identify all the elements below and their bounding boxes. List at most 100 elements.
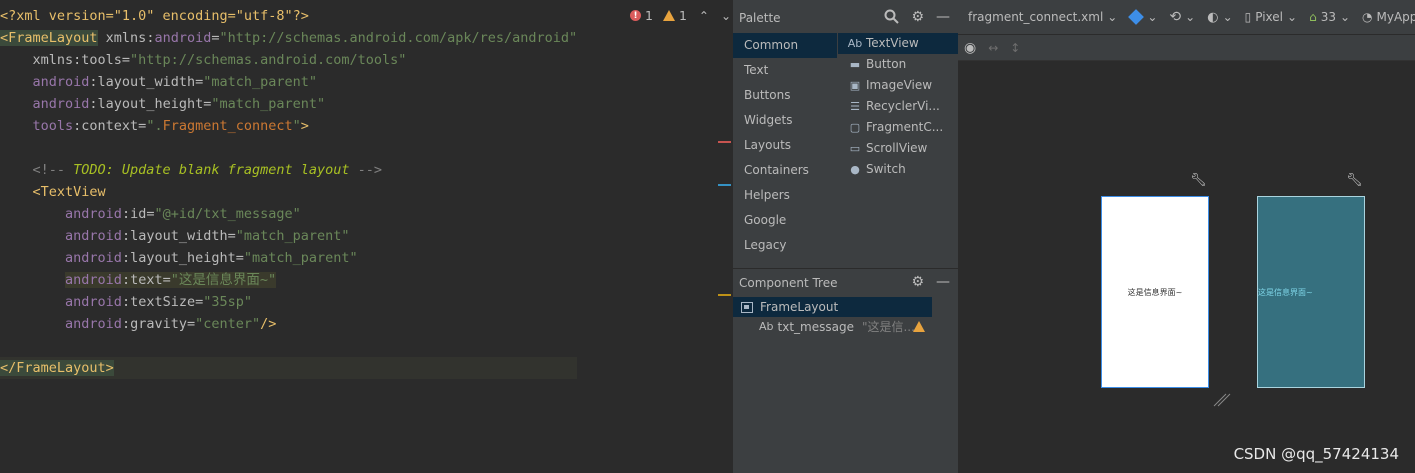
theme-circle-icon: ◔ xyxy=(1362,10,1373,24)
code-line[interactable]: android:textSize="35sp" xyxy=(0,291,577,313)
widget-label: Switch xyxy=(866,162,906,176)
code-line[interactable]: xmlns:tools="http://schemas.android.com/… xyxy=(0,49,577,71)
tree-node-txt-message[interactable]: Ab txt_message "这是信... xyxy=(733,317,958,337)
code-token: "match_parent" xyxy=(235,228,350,244)
code-line[interactable]: android:layout_width="match_parent" xyxy=(0,225,577,247)
error-icon: ! xyxy=(630,10,641,21)
gear-icon[interactable]: ⚙ xyxy=(911,10,924,24)
inspection-widget[interactable]: ! 1 1 ⌃ ⌄ xyxy=(630,8,731,23)
eye-icon[interactable]: ◉ xyxy=(964,40,976,56)
palette-category-helpers[interactable]: Helpers xyxy=(733,183,837,208)
chevron-up-icon[interactable]: ⌃ xyxy=(699,9,709,23)
warning-icon[interactable] xyxy=(913,321,925,332)
palette-widget-item[interactable]: ● Switch xyxy=(838,159,959,180)
code-line[interactable]: tools:context=".Fragment_connect"> xyxy=(0,115,577,137)
palette-category-legacy[interactable]: Legacy xyxy=(733,233,837,258)
palette-widget-item[interactable]: ▢ FragmentC... xyxy=(838,117,959,138)
palette-widget-item[interactable]: ▣ ImageView xyxy=(838,75,959,96)
night-mode-button[interactable]: ◐ ⌄ xyxy=(1207,10,1232,25)
code-line[interactable]: <FrameLayout xmlns:android="http://schem… xyxy=(0,27,577,49)
code-token: /> xyxy=(260,316,277,332)
api-selector[interactable]: ⌂ 33 ⌄ xyxy=(1309,10,1350,24)
widget-icon: ☰ xyxy=(850,100,860,113)
chevron-down-icon: ⌄ xyxy=(1287,10,1298,24)
palette-widget-item[interactable]: ☰ RecyclerVi... xyxy=(838,96,959,117)
code-line[interactable]: android:gravity="center"/> xyxy=(0,313,577,335)
code-token: </FrameLayout> xyxy=(0,360,114,376)
code-token: <!-- xyxy=(0,162,74,178)
chevron-down-icon: ⌄ xyxy=(1222,10,1233,24)
device-name: Pixel xyxy=(1255,10,1283,24)
chevron-down-icon: ⌄ xyxy=(1339,10,1351,24)
code-token: <TextView xyxy=(0,184,106,200)
vertical-arrows-icon[interactable]: ↕ xyxy=(1010,41,1020,55)
palette-widget-item[interactable]: Ab TextView xyxy=(838,33,959,54)
wrench-icon[interactable]: 🔧︎ xyxy=(1346,173,1363,188)
minimize-icon[interactable]: — xyxy=(936,275,950,289)
device-selector[interactable]: ▯ Pixel ⌄ xyxy=(1245,10,1297,24)
minimize-icon[interactable]: — xyxy=(936,10,950,24)
code-line[interactable]: android:id="@+id/txt_message" xyxy=(0,203,577,225)
chevron-down-icon: ⌄ xyxy=(1147,10,1158,24)
chevron-down-icon: ⌄ xyxy=(1185,10,1196,24)
code-token: = xyxy=(211,30,220,46)
warning-stripe-marker[interactable] xyxy=(718,294,731,296)
palette-category-containers[interactable]: Containers xyxy=(733,158,837,183)
blueprint-preview[interactable]: 这是信息界面~ xyxy=(1257,196,1365,388)
code-line[interactable]: <TextView xyxy=(0,181,577,203)
info-stripe-marker[interactable] xyxy=(718,184,731,186)
code-token: "match_parent" xyxy=(203,74,318,90)
widget-label: Button xyxy=(866,57,907,71)
gear-icon[interactable]: ⚙ xyxy=(911,275,924,289)
preview-textview[interactable]: 这是信息界面~ xyxy=(1102,287,1208,298)
search-icon[interactable] xyxy=(884,9,900,24)
horizontal-arrows-icon[interactable]: ↔ xyxy=(988,41,998,55)
palette-title: Palette xyxy=(739,10,781,25)
palette-category-buttons[interactable]: Buttons xyxy=(733,83,837,108)
tree-node-text-preview: "这是信... xyxy=(861,320,915,334)
code-token: android xyxy=(65,316,122,332)
wrench-icon[interactable]: 🔧︎ xyxy=(1190,173,1207,188)
app-theme-selector[interactable]: ◔ MyApplicati xyxy=(1362,10,1415,24)
design-mode-button[interactable]: ⌄ xyxy=(1128,9,1158,25)
widget-icon: Ab xyxy=(847,37,863,50)
error-stripe-marker[interactable] xyxy=(718,141,731,143)
code-line[interactable]: <?xml version="1.0" encoding="utf-8"?> xyxy=(0,5,577,27)
code-token: ". xyxy=(146,118,163,134)
code-line[interactable]: android:layout_height="match_parent" xyxy=(0,247,577,269)
palette-category-layouts[interactable]: Layouts xyxy=(733,133,837,158)
widget-icon: ▭ xyxy=(849,142,861,155)
code-line[interactable]: android:text="这是信息界面~" xyxy=(0,269,577,291)
file-selector[interactable]: fragment_connect.xml ⌄ xyxy=(968,10,1117,24)
palette-category-common[interactable]: Common xyxy=(733,33,837,58)
blueprint-textview[interactable]: 这是信息界面~ xyxy=(1258,287,1364,298)
xml-code[interactable]: <?xml version="1.0" encoding="utf-8"?> <F… xyxy=(0,5,578,379)
code-line[interactable] xyxy=(0,335,577,357)
code-line[interactable]: <!-- TODO: Update blank fragment layout … xyxy=(0,159,577,181)
chevron-down-icon[interactable]: ⌄ xyxy=(721,9,731,23)
code-editor[interactable]: <?xml version="1.0" encoding="utf-8"?> <F… xyxy=(0,0,732,473)
code-line[interactable]: </FrameLayout> xyxy=(0,357,578,379)
palette-category-widgets[interactable]: Widgets xyxy=(733,108,837,133)
code-line[interactable] xyxy=(0,137,577,159)
design-preview[interactable]: 这是信息界面~ xyxy=(1101,196,1209,388)
resize-handle-icon[interactable] xyxy=(1213,393,1231,407)
palette-widget-item[interactable]: ▭ ScrollView xyxy=(838,138,959,159)
palette-category-text[interactable]: Text xyxy=(733,58,837,83)
code-token: " xyxy=(292,118,301,134)
code-line[interactable]: android:layout_width="match_parent" xyxy=(0,71,577,93)
code-token: :layout_width= xyxy=(89,74,204,90)
palette-widget-item[interactable]: ▬ Button xyxy=(838,54,959,75)
phone-icon: ▯ xyxy=(1244,10,1252,24)
tree-node-framelayout[interactable]: FrameLayout xyxy=(733,297,932,317)
error-count: 1 xyxy=(645,8,653,23)
code-token: "35sp" xyxy=(203,294,252,310)
code-line[interactable]: android:layout_height="match_parent" xyxy=(0,93,577,115)
palette-category-google[interactable]: Google xyxy=(733,208,837,233)
tree-node-label: FrameLayout xyxy=(760,300,839,314)
orientation-button[interactable]: ⟲ ⌄ xyxy=(1169,9,1195,25)
